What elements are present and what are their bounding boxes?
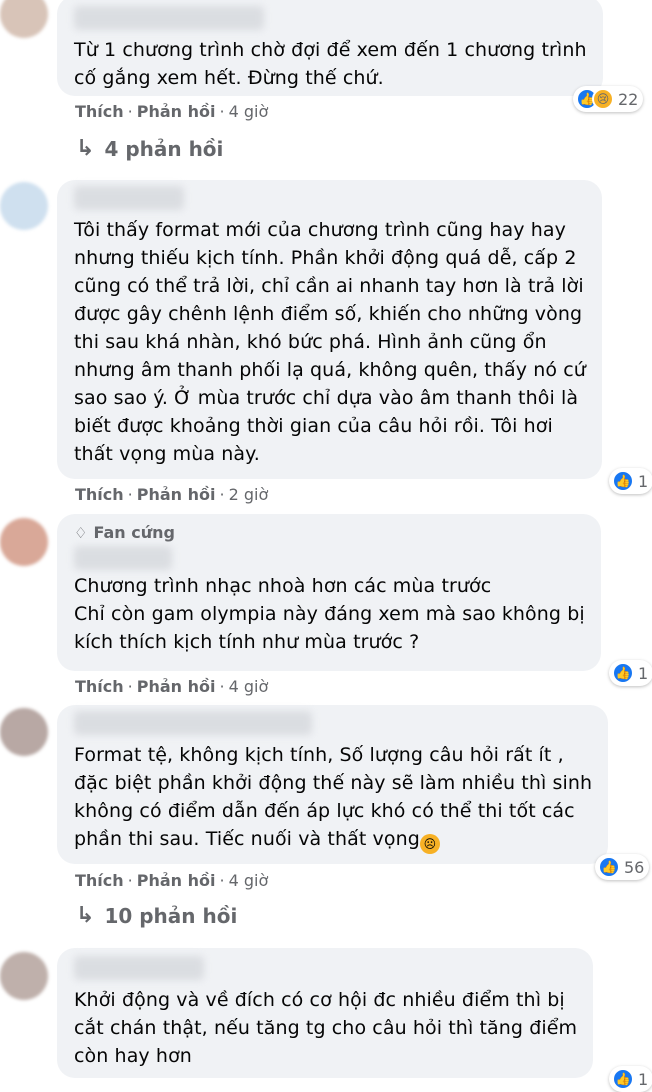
avatar[interactable]	[0, 952, 48, 1000]
timestamp[interactable]: 4 giờ	[229, 677, 269, 696]
like-icon: 👍	[612, 470, 634, 492]
commenter-name-blurred[interactable]	[74, 186, 184, 210]
like-icon: 👍	[612, 1068, 634, 1090]
comment-text: Tôi thấy format mới của chương trình cũn…	[74, 219, 586, 465]
avatar[interactable]	[0, 518, 48, 566]
avatar[interactable]	[0, 708, 48, 756]
avatar[interactable]	[0, 0, 48, 38]
reply-action[interactable]: Phản hồi	[137, 871, 216, 890]
comment-bubble: Khởi động và về đích có cơ hội đc nhiều …	[57, 948, 594, 1078]
reaction-count: 1	[638, 663, 649, 683]
comment-text: Từ 1 chương trình chờ đợi để xem đến 1 c…	[74, 39, 587, 89]
diamond-icon: ♢	[74, 524, 88, 542]
comment-bubble: Tôi thấy format mới của chương trình cũn…	[57, 180, 602, 479]
reaction-count: 22	[618, 89, 639, 109]
reply-action[interactable]: Phản hồi	[137, 485, 216, 504]
reply-arrow-icon: ↳	[76, 903, 95, 928]
fan-badge[interactable]: ♢ Fan cứng	[74, 522, 585, 544]
comment-text: Chương trình nhạc nhoà hơn các mùa trước…	[74, 575, 585, 653]
reply-action[interactable]: Phản hồi	[137, 677, 216, 696]
commenter-name-blurred[interactable]	[74, 711, 312, 735]
commenter-name-blurred[interactable]	[74, 956, 204, 980]
timestamp[interactable]: 2 giờ	[229, 485, 269, 504]
like-icon: 👍	[598, 856, 620, 878]
timestamp[interactable]: 4 giờ	[229, 871, 269, 890]
like-action[interactable]: Thích	[75, 485, 124, 504]
comment-text: Format tệ, không kịch tính, Số lượng câu…	[74, 741, 592, 854]
comment-actions: Thích · Phản hồi · 4 giờ	[75, 871, 269, 890]
comment-actions: Thích · Phản hồi · 4 giờ	[75, 102, 269, 121]
avatar[interactable]	[0, 182, 48, 230]
like-icon: 👍	[612, 662, 634, 684]
reaction-count: 56	[624, 857, 645, 877]
reply-action[interactable]: Phản hồi	[137, 102, 216, 121]
like-action[interactable]: Thích	[75, 102, 124, 121]
comment-bubble: Từ 1 chương trình chờ đợi để xem đến 1 c…	[57, 0, 603, 96]
reaction-summary[interactable]: 👍 1	[609, 1066, 652, 1092]
like-action[interactable]: Thích	[75, 677, 124, 696]
reply-arrow-icon: ↳	[76, 136, 95, 161]
comment-actions: Thích · Phản hồi · 2 giờ	[75, 485, 269, 504]
commenter-name-blurred[interactable]	[74, 546, 172, 570]
reaction-summary[interactable]: 👍 56	[595, 854, 650, 880]
like-action[interactable]: Thích	[75, 871, 124, 890]
comment-text: Khởi động và về đích có cơ hội đc nhiều …	[74, 989, 578, 1067]
view-replies-link[interactable]: ↳ 10 phản hồi	[76, 903, 237, 928]
comment-bubble: Format tệ, không kịch tính, Số lượng câu…	[57, 705, 609, 864]
replies-count-label: 10 phản hồi	[104, 903, 238, 928]
comment-bubble: ♢ Fan cứng Chương trình nhạc nhoà hơn cá…	[57, 514, 601, 671]
reaction-summary[interactable]: 👍 1	[609, 468, 652, 494]
reaction-summary[interactable]: 👍 😢 22	[573, 86, 644, 112]
reaction-count: 1	[638, 471, 649, 491]
sad-icon: 😢	[592, 88, 614, 110]
sad-emoji-icon: ☹	[419, 834, 440, 854]
replies-count-label: 4 phản hồi	[104, 136, 224, 161]
timestamp[interactable]: 4 giờ	[229, 102, 269, 121]
commenter-name-blurred[interactable]	[74, 6, 264, 30]
reaction-summary[interactable]: 👍 1	[609, 660, 652, 686]
comment-actions: Thích · Phản hồi · 4 giờ	[75, 677, 269, 696]
view-replies-link[interactable]: ↳ 4 phản hồi	[76, 136, 223, 161]
badge-label: Fan cứng	[93, 523, 175, 542]
